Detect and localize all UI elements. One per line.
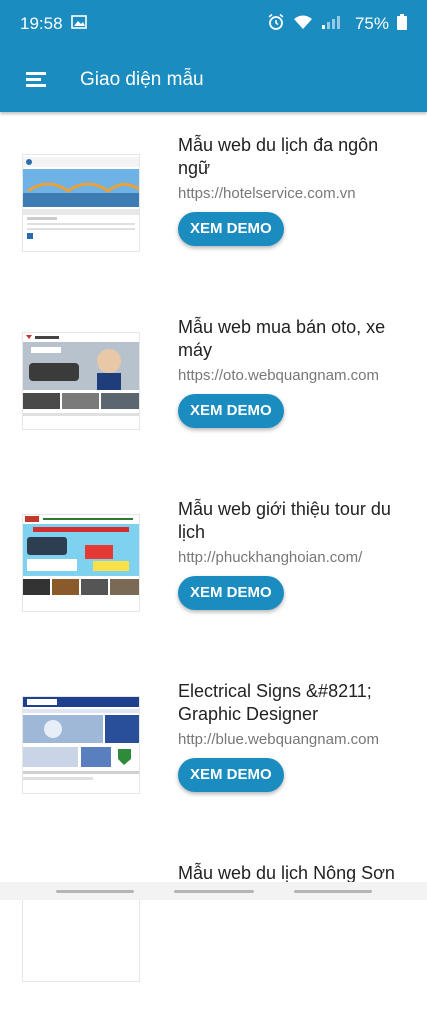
view-demo-button[interactable]: XEM DEMO (178, 394, 284, 428)
item-url[interactable]: http://blue.webquangnam.com (178, 729, 413, 750)
item-title[interactable]: Mẫu web du lịch đa ngôn ngữ (178, 134, 413, 180)
nav-home-indicator[interactable] (174, 890, 254, 893)
page-title: Giao diện mẫu (80, 69, 204, 90)
item-info: Mẫu web du lịch đa ngôn ngữ https://hote… (178, 134, 413, 246)
list-item: Mẫu web giới thiệu tour du lịch http://p… (0, 476, 427, 658)
item-title[interactable]: Mẫu web mua bán oto, xe máy (178, 316, 413, 362)
battery-percent: 75% (354, 14, 389, 33)
item-url[interactable]: https://oto.webquangnam.com (178, 365, 413, 386)
item-info: Mẫu web mua bán oto, xe máy https://oto.… (178, 316, 413, 428)
system-nav-bar (0, 882, 427, 900)
nav-recents-indicator[interactable] (294, 890, 372, 893)
status-bar: 19:58 75% (0, 0, 427, 48)
menu-icon[interactable] (8, 52, 64, 108)
template-thumbnail[interactable] (22, 332, 140, 430)
template-thumbnail[interactable] (22, 696, 140, 794)
list-item: Electrical Signs &#8211; Graphic Designe… (0, 658, 427, 840)
app-bar: Giao diện mẫu (0, 48, 427, 112)
gallery-notification-icon (70, 14, 87, 34)
wifi-icon (293, 14, 313, 35)
signal-icon (321, 14, 347, 35)
list-item: Mẫu web mua bán oto, xe máy https://oto.… (0, 294, 427, 476)
list-item: Mẫu web du lịch đa ngôn ngữ https://hote… (0, 112, 427, 294)
item-title[interactable]: Mẫu web giới thiệu tour du lịch (178, 498, 413, 544)
item-info: Mẫu web giới thiệu tour du lịch http://p… (178, 498, 413, 610)
battery-icon (397, 13, 407, 35)
view-demo-button[interactable]: XEM DEMO (178, 212, 284, 246)
status-right: 75% (267, 13, 407, 36)
item-url[interactable]: http://phuckhanghoian.com/ (178, 547, 413, 568)
view-demo-button[interactable]: XEM DEMO (178, 758, 284, 792)
list-item: Mẫu web du lịch Nông Sơn (0, 840, 427, 1022)
item-url[interactable]: https://hotelservice.com.vn (178, 183, 413, 204)
status-time: 19:58 (20, 14, 63, 33)
item-info: Electrical Signs &#8211; Graphic Designe… (178, 680, 413, 792)
alarm-icon (267, 13, 285, 36)
status-left: 19:58 (20, 14, 87, 34)
item-title[interactable]: Electrical Signs &#8211; Graphic Designe… (178, 680, 413, 726)
view-demo-button[interactable]: XEM DEMO (178, 576, 284, 610)
nav-back-indicator[interactable] (56, 890, 134, 893)
template-thumbnail[interactable] (22, 514, 140, 612)
template-thumbnail[interactable] (22, 154, 140, 252)
